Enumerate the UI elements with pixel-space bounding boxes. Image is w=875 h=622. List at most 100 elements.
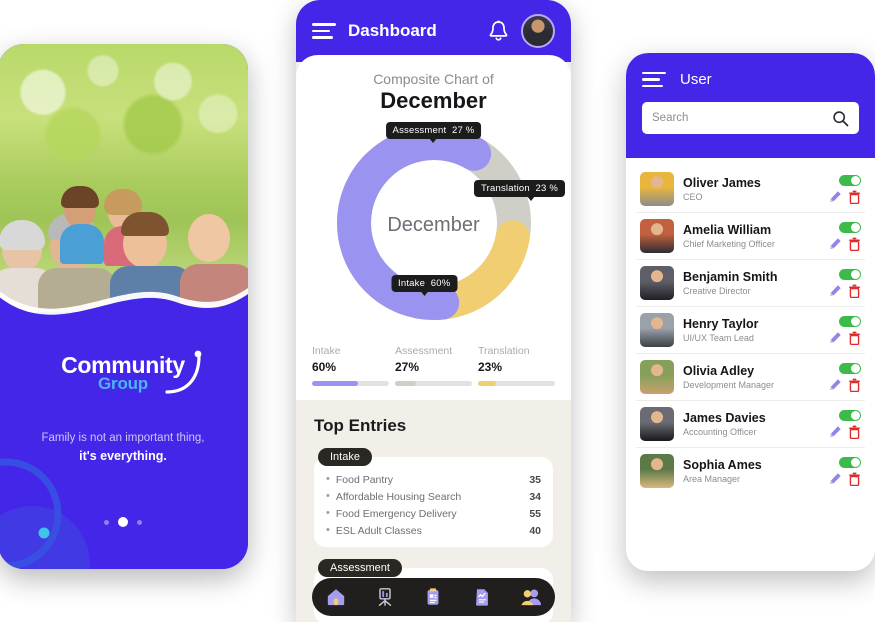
bullet-icon: • [326, 490, 330, 502]
row-icons [829, 378, 861, 392]
trash-icon[interactable] [848, 284, 861, 298]
user-row[interactable]: Benjamin Smith Creative Director [636, 260, 865, 307]
user-row[interactable]: Sophia Ames Area Manager [636, 448, 865, 494]
entry-row[interactable]: • Food Pantry 35 [326, 471, 541, 488]
user-role: Accounting Officer [683, 427, 757, 438]
entry-value: 55 [529, 507, 541, 520]
entry-value: 35 [529, 473, 541, 486]
avatar[interactable] [521, 14, 555, 48]
user-row[interactable]: Henry Taylor UI/UX Team Lead [636, 307, 865, 354]
user-actions [829, 409, 861, 439]
user-info: Benjamin Smith Creative Director [683, 270, 820, 297]
pencil-icon[interactable] [829, 331, 842, 344]
status-toggle[interactable] [839, 409, 861, 421]
nav-people-group-icon[interactable] [518, 584, 544, 610]
legend-bar-assessment [395, 381, 472, 386]
legend-value-intake: 60% [312, 360, 337, 374]
user-list-phone: User Oliver James CEO Amelia William Chief … [626, 53, 875, 571]
callout-translation-value: 23 % [535, 183, 558, 194]
trash-icon[interactable] [848, 190, 861, 204]
tagline-line-1: Family is not an important thing, [41, 432, 205, 444]
family-photo [0, 44, 248, 312]
chart-title: December [380, 88, 487, 113]
user-role: Creative Director [683, 286, 751, 297]
trash-icon[interactable] [848, 425, 861, 439]
pagination-dots[interactable] [0, 517, 248, 527]
pagination-dot-3[interactable] [137, 519, 142, 525]
hamburger-icon[interactable] [312, 23, 336, 39]
user-avatar [640, 313, 674, 347]
pencil-icon[interactable] [829, 425, 842, 438]
bell-icon[interactable] [488, 20, 509, 43]
legend-item-assessment: Assessment 27% [395, 345, 472, 386]
search-input[interactable] [652, 112, 826, 124]
user-row[interactable]: Oliver James CEO [636, 166, 865, 213]
status-toggle[interactable] [839, 174, 861, 186]
legend-item-translation: Translation 23% [478, 345, 555, 386]
swoosh-icon [165, 350, 202, 394]
search-bar[interactable] [642, 102, 859, 134]
entry-row[interactable]: • Food Emergency Delivery 55 [326, 505, 541, 522]
pagination-dot-1[interactable] [104, 519, 109, 525]
entry-label: Food Emergency Delivery [335, 507, 457, 520]
trash-icon[interactable] [848, 237, 861, 251]
user-avatar [640, 266, 674, 300]
callout-intake-label: Intake [398, 278, 426, 289]
user-role: Development Manager [683, 380, 775, 391]
pencil-icon[interactable] [829, 190, 842, 203]
donut-center-label: December [387, 214, 480, 236]
user-role: CEO [683, 192, 703, 203]
trash-icon[interactable] [848, 472, 861, 486]
callout-assessment: Assessment 27 % [385, 122, 482, 143]
callout-translation: Translation 23 % [474, 180, 565, 201]
user-list: Oliver James CEO Amelia William Chief Marke… [626, 158, 875, 494]
pencil-icon[interactable] [829, 284, 842, 297]
dashboard-header: Dashboard [296, 0, 571, 62]
hamburger-icon[interactable] [642, 71, 666, 88]
row-icons [829, 472, 861, 486]
entry-row[interactable]: • Affordable Housing Search 34 [326, 488, 541, 505]
donut-chart: December Assessment 27 % Translation 23 … [296, 118, 571, 333]
pencil-icon[interactable] [829, 237, 842, 250]
callout-translation-label: Translation [481, 183, 530, 194]
status-toggle[interactable] [839, 315, 861, 327]
chart-subtitle: Composite Chart of [373, 71, 494, 87]
user-info: Sophia Ames Area Manager [683, 458, 820, 485]
user-info: Olivia Adley Development Manager [683, 364, 820, 391]
user-name: Henry Taylor [683, 316, 759, 331]
user-row[interactable]: James Davies Accounting Officer [636, 401, 865, 448]
user-panel-header: User [626, 53, 875, 158]
trash-icon[interactable] [848, 378, 861, 392]
entry-group-box: • Food Pantry 35 • Affordable Housing Search… [314, 457, 553, 547]
status-toggle[interactable] [839, 456, 861, 468]
pagination-dot-2[interactable] [118, 517, 128, 527]
photo-people [0, 184, 248, 312]
left-panel-content: Community Group Family is not an importa… [0, 312, 248, 569]
nav-easel-chart-icon[interactable] [372, 584, 398, 610]
pencil-icon[interactable] [829, 472, 842, 485]
user-row[interactable]: Amelia William Chief Marketing Officer [636, 213, 865, 260]
status-toggle[interactable] [839, 362, 861, 374]
tagline-line-2: it's everything. [79, 449, 167, 464]
search-icon[interactable] [832, 110, 849, 127]
nav-id-card-icon[interactable] [420, 584, 446, 610]
user-actions [829, 315, 861, 345]
user-info: Henry Taylor UI/UX Team Lead [683, 317, 820, 344]
user-row[interactable]: Olivia Adley Development Manager [636, 354, 865, 401]
trash-icon[interactable] [848, 331, 861, 345]
user-name: Olivia Adley [683, 363, 755, 378]
user-info: James Davies Accounting Officer [683, 411, 820, 438]
entry-row[interactable]: • ESL Adult Classes 40 [326, 522, 541, 539]
user-avatar [640, 219, 674, 253]
status-toggle[interactable] [839, 268, 861, 280]
user-name: Benjamin Smith [683, 269, 778, 284]
nav-document-report-icon[interactable] [469, 584, 495, 610]
pencil-icon[interactable] [829, 378, 842, 391]
legend-value-translation: 23% [478, 360, 503, 374]
status-toggle[interactable] [839, 221, 861, 233]
user-name: Amelia William [683, 222, 772, 237]
nav-home-icon[interactable] [323, 584, 349, 610]
entry-group: Intake • Food Pantry 35 • Affordable Housing … [314, 447, 553, 547]
user-info: Amelia William Chief Marketing Officer [683, 223, 820, 250]
page-title: Dashboard [348, 21, 437, 40]
